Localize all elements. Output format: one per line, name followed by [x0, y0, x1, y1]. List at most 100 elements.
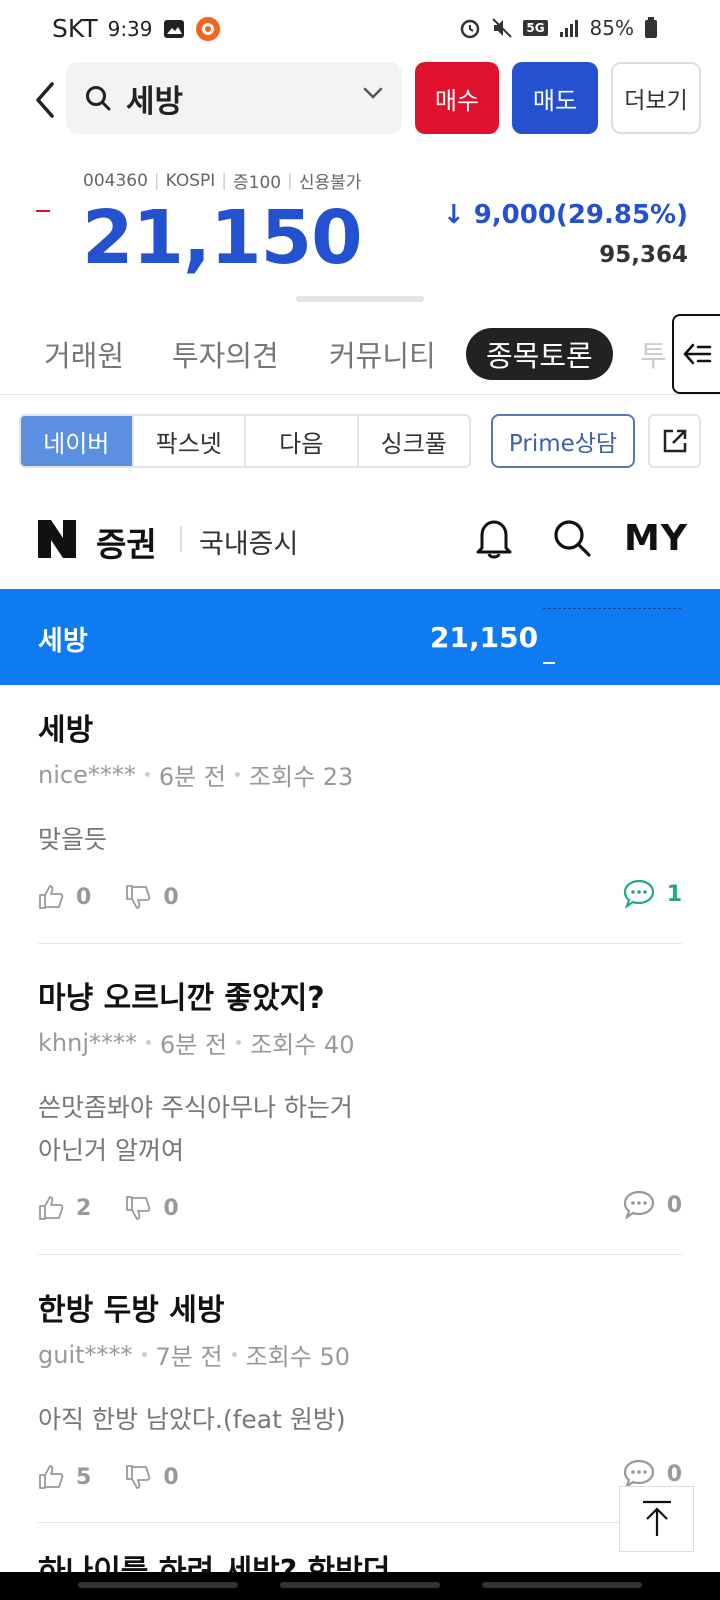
tab-bar: 거래원 투자의견 커뮤니티 종목토론 투: [0, 328, 720, 394]
prime-consult-button[interactable]: Prime상담: [491, 414, 635, 468]
post-title[interactable]: 마냥 오르니깐 좋았지?: [38, 973, 682, 1016]
comment-button[interactable]: 0: [623, 1190, 682, 1220]
dislike-button[interactable]: 0: [125, 1195, 179, 1221]
dislike-button[interactable]: 0: [125, 1464, 179, 1490]
external-link-icon: [663, 429, 686, 453]
header-separator: [180, 526, 182, 552]
arrow-left-menu-icon: [683, 343, 712, 365]
post-time: 6분 전: [158, 763, 226, 791]
list-item[interactable]: 세방 nice**** 6분 전 조회수 23 맞을듯 0 0 1: [38, 705, 682, 917]
tab-community[interactable]: 커뮤니티: [329, 328, 436, 380]
post-body[interactable]: 쓴맛좀봐야 주식아무나 하는거 아닌거 알꺼여: [38, 1086, 682, 1172]
ticker-price: 21,150: [430, 621, 539, 654]
source-selector: 네이버 팍스넷 다음 싱크풀: [19, 414, 471, 468]
dislike-button[interactable]: 0: [125, 884, 179, 910]
carrier-label: SKT: [52, 14, 98, 43]
mini-chart-line: [543, 662, 555, 664]
stock-code: 004360: [83, 170, 148, 191]
tab-opinions[interactable]: 투자의견: [172, 328, 279, 380]
thumbs-up-icon: [39, 1465, 64, 1489]
naver-logo-icon[interactable]: [38, 520, 76, 558]
more-button[interactable]: 더보기: [611, 62, 701, 134]
comment-button[interactable]: 0: [623, 1459, 682, 1489]
bell-icon[interactable]: [474, 516, 514, 560]
search-query: 세방: [126, 83, 184, 120]
dislike-count: 0: [163, 1195, 179, 1221]
comment-count: 0: [666, 1192, 682, 1218]
back-arrow-icon[interactable]: [28, 78, 64, 122]
stock-credit: 신용불가: [298, 173, 362, 193]
brand-title[interactable]: 증권: [96, 518, 157, 566]
like-button[interactable]: 5: [38, 1464, 91, 1490]
thumbs-down-icon: [126, 885, 151, 909]
buy-button[interactable]: 매수: [415, 62, 499, 134]
post-title[interactable]: 하나이를 하려 세방? 한방더: [38, 1552, 390, 1572]
nav-home[interactable]: [280, 1582, 440, 1588]
stock-search-box[interactable]: 세방: [66, 62, 402, 134]
source-paxnet[interactable]: 팍스넷: [134, 416, 246, 466]
thumbs-up-icon: [39, 885, 64, 909]
chevron-down-icon[interactable]: [362, 86, 384, 100]
post-actions: 0 0 1: [38, 877, 682, 917]
post-body[interactable]: 아직 한방 남았다.(feat 원방): [38, 1398, 682, 1441]
comment-icon: [623, 879, 654, 909]
status-bar: SKT 9:39 5G 85%: [0, 0, 720, 60]
side-panel-toggle[interactable]: [672, 314, 720, 394]
list-item[interactable]: 한방 두방 세방 guit**** 7분 전 조회수 50 아직 한방 남았다.…: [38, 1285, 682, 1497]
drag-handle[interactable]: [296, 296, 424, 302]
post-body[interactable]: 맞을듯: [38, 818, 682, 861]
like-button[interactable]: 2: [38, 1195, 91, 1221]
dislike-count: 0: [163, 1464, 179, 1490]
list-divider: [38, 1254, 682, 1255]
search-icon[interactable]: [552, 518, 592, 558]
trade-volume: 95,364: [599, 242, 688, 268]
list-item[interactable]: 마냥 오르니깐 좋았지? khnj**** 6분 전 조회수 40 쓴맛좀봐야 …: [38, 973, 682, 1228]
post-views: 조회수 23: [248, 763, 354, 791]
mute-icon: [492, 18, 513, 38]
thumbs-down-icon: [126, 1196, 151, 1220]
like-button[interactable]: 0: [38, 884, 91, 910]
source-daum[interactable]: 다음: [246, 416, 359, 466]
search-icon: [86, 86, 111, 111]
post-title[interactable]: 한방 두방 세방: [38, 1285, 682, 1328]
tab-brokers[interactable]: 거래원: [44, 328, 124, 380]
post-title[interactable]: 세방: [38, 705, 682, 748]
naver-finance-header: 증권 국내증시 MY: [0, 500, 720, 576]
post-info: nice**** 6분 전 조회수 23: [38, 757, 682, 792]
post-views: 조회수 40: [250, 1031, 355, 1059]
tab-discussion[interactable]: 종목토론: [466, 328, 613, 380]
list-divider: [38, 943, 682, 944]
source-naver[interactable]: 네이버: [21, 416, 134, 466]
nav-recent[interactable]: [78, 1582, 238, 1588]
external-link-button[interactable]: [648, 414, 701, 468]
like-count: 2: [76, 1195, 92, 1221]
price-indicator: [36, 210, 50, 212]
stock-margin: 증100: [233, 173, 282, 193]
ticker-banner: 세방 21,150: [0, 589, 720, 685]
sell-button[interactable]: 매도: [512, 62, 598, 134]
stock-meta: 004360 | KOSPI | 증100 | 신용불가: [83, 168, 362, 194]
nav-back[interactable]: [482, 1582, 642, 1588]
price-change: ↓ 9,000(29.85%): [442, 200, 688, 230]
post-info: khnj**** 6분 전 조회수 40: [38, 1025, 682, 1060]
comment-icon: [623, 1459, 654, 1489]
tab-next[interactable]: 투: [640, 328, 667, 380]
source-thinkpool[interactable]: 싱크풀: [359, 416, 470, 466]
current-price: 21,150: [82, 195, 363, 281]
battery-icon: [645, 17, 657, 38]
comment-button[interactable]: 1: [623, 879, 682, 909]
post-author: khnj****: [38, 1028, 137, 1057]
top-bar: 세방 매수 매도 더보기: [0, 60, 720, 140]
comment-count: 0: [666, 1461, 682, 1487]
post-actions: 5 0 0: [38, 1457, 682, 1497]
dislike-count: 0: [163, 884, 179, 910]
ticker-name: 세방: [38, 626, 88, 657]
comment-icon: [623, 1190, 654, 1220]
comment-count: 1: [666, 881, 682, 907]
scroll-to-top-button[interactable]: [619, 1486, 694, 1552]
my-page-link[interactable]: MY: [624, 518, 688, 559]
system-nav-bar: [0, 1572, 720, 1600]
post-actions: 2 0 0: [38, 1188, 682, 1228]
market-section[interactable]: 국내증시: [199, 522, 298, 561]
stock-market: KOSPI: [165, 170, 216, 191]
